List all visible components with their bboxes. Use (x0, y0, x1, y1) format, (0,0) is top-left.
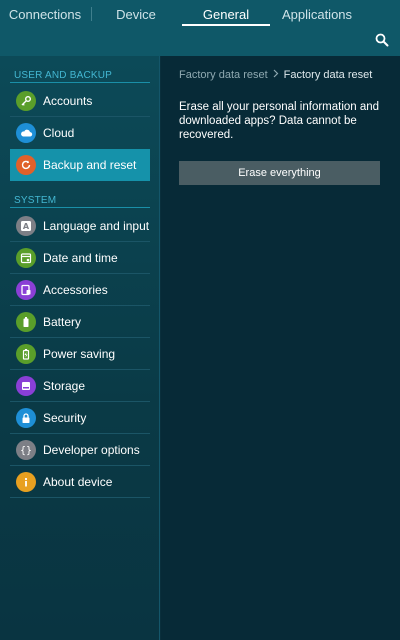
menu-item-storage[interactable]: Storage (10, 370, 150, 402)
svg-text:{}: {} (20, 446, 32, 457)
top-tab-bar: Connections Device General Applications (0, 0, 400, 56)
keyboard-icon: A (16, 216, 36, 236)
braces-icon: {} (16, 440, 36, 460)
section-divider (10, 82, 150, 83)
menu-item-backup-and-reset[interactable]: Backup and reset (10, 149, 150, 181)
chevron-right-icon (273, 69, 279, 81)
section-header-user-and-backup: USER AND BACKUP (14, 70, 113, 81)
search-icon (375, 33, 389, 52)
tab-connections[interactable]: Connections (0, 0, 90, 28)
erase-everything-button[interactable]: Erase everything (179, 161, 380, 185)
menu-item-label: Developer options (43, 443, 140, 457)
storage-icon (16, 376, 36, 396)
menu-item-label: Power saving (43, 347, 116, 361)
menu-item-label: Security (43, 411, 87, 425)
tab-device[interactable]: Device (92, 0, 180, 28)
menu-item-language-and-input[interactable]: A Language and input (10, 210, 150, 242)
list-divider (10, 497, 150, 498)
tab-applications[interactable]: Applications (270, 0, 364, 28)
menu-item-label: Accessories (43, 283, 108, 297)
menu-item-date-and-time[interactable]: Date and time (10, 242, 150, 274)
menu-item-label: About device (43, 475, 113, 489)
menu-item-cloud[interactable]: Cloud (10, 117, 150, 149)
menu-item-label: Backup and reset (43, 158, 137, 172)
menu-item-label: Accounts (43, 94, 93, 108)
calendar-icon (16, 248, 36, 268)
accessories-icon (16, 280, 36, 300)
menu-item-power-saving[interactable]: Power saving (10, 338, 150, 370)
detail-panel: Factory data reset Factory data reset Er… (161, 56, 400, 640)
power-saving-icon (16, 344, 36, 364)
menu-item-developer-options[interactable]: {} Developer options (10, 434, 150, 466)
menu-item-label: Language and input (43, 219, 150, 233)
section-header-system: SYSTEM (14, 195, 57, 206)
menu-item-accounts[interactable]: Accounts (10, 85, 150, 117)
active-tab-indicator (182, 24, 270, 26)
menu-item-about-device[interactable]: About device (10, 466, 150, 498)
lock-icon (16, 408, 36, 428)
menu-item-accessories[interactable]: Accessories (10, 274, 150, 306)
section-divider (10, 207, 150, 208)
menu-item-battery[interactable]: Battery (10, 306, 150, 338)
menu-item-label: Storage (43, 379, 86, 393)
menu-item-label: Date and time (43, 251, 118, 265)
battery-icon (16, 312, 36, 332)
key-icon (16, 91, 36, 111)
breadcrumb-current: Factory data reset (283, 69, 373, 81)
menu-item-label: Cloud (43, 126, 75, 140)
reset-warning-text: Erase all your personal information and … (179, 101, 380, 141)
breadcrumb: Factory data reset Factory data reset (179, 69, 372, 81)
menu-item-security[interactable]: Security (10, 402, 150, 434)
cloud-icon (16, 123, 36, 143)
settings-category-list: USER AND BACKUP Accounts Cloud Backup an… (0, 56, 160, 640)
search-button[interactable] (372, 32, 392, 52)
breadcrumb-parent[interactable]: Factory data reset (179, 69, 268, 81)
reset-icon (16, 155, 36, 175)
svg-text:A: A (23, 222, 30, 231)
menu-item-label: Battery (43, 315, 82, 329)
info-icon (16, 472, 36, 492)
